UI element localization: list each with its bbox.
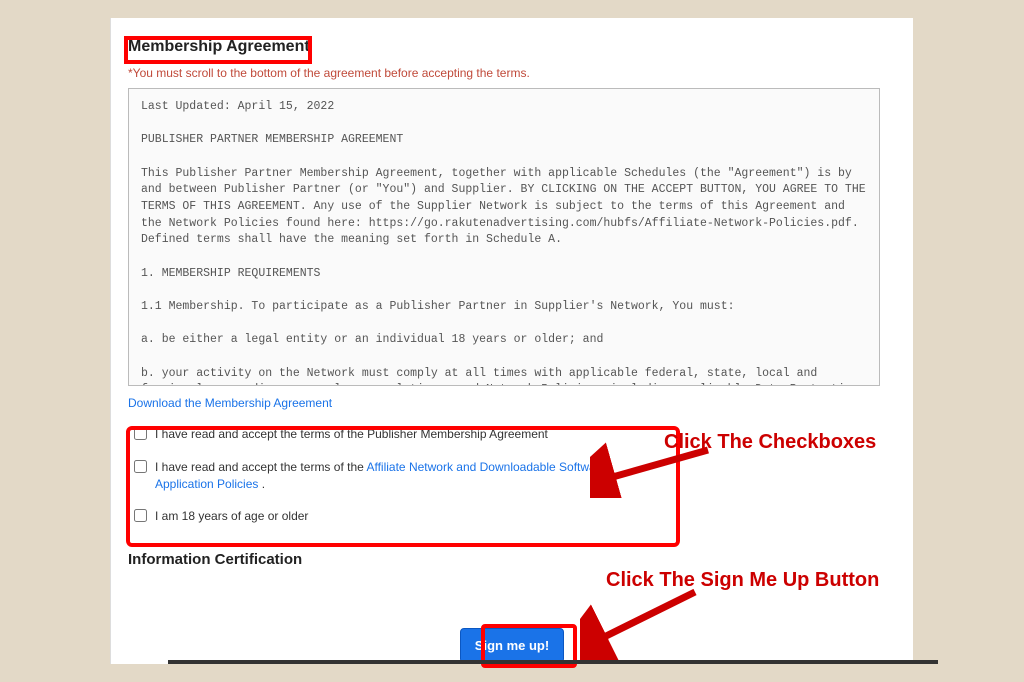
sign-me-up-button[interactable]: Sign me up!	[460, 628, 564, 663]
agreement-text: Last Updated: April 15, 2022 PUBLISHER P…	[141, 99, 867, 386]
checkbox-accept-policies[interactable]	[134, 460, 147, 473]
checkbox-row-terms: I have read and accept the terms of the …	[128, 418, 666, 451]
checkbox-label: I have read and accept the terms of the …	[155, 459, 660, 493]
checkbox-label: I have read and accept the terms of the …	[155, 426, 548, 443]
checkbox-group: I have read and accept the terms of the …	[128, 418, 666, 533]
scroll-warning: *You must scroll to the bottom of the ag…	[128, 66, 896, 80]
checkbox-row-policies: I have read and accept the terms of the …	[128, 451, 666, 501]
membership-card: Membership Agreement *You must scroll to…	[110, 18, 913, 664]
label-text: .	[258, 477, 265, 491]
info-certification-heading: Information Certification	[128, 551, 896, 568]
signup-wrap: Sign me up!	[128, 628, 896, 663]
label-text: I have read and accept the terms of the	[155, 460, 366, 474]
checkbox-accept-terms[interactable]	[134, 427, 147, 440]
checkbox-age-18[interactable]	[134, 509, 147, 522]
annotation-checkboxes: Click The Checkboxes	[664, 431, 876, 454]
annotation-signup: Click The Sign Me Up Button	[606, 569, 879, 592]
section-title: Membership Agreement	[128, 38, 896, 56]
bottom-strip	[168, 660, 938, 664]
agreement-scroll-box[interactable]: Last Updated: April 15, 2022 PUBLISHER P…	[128, 88, 880, 386]
checkbox-label: I am 18 years of age or older	[155, 508, 308, 525]
checkbox-row-age: I am 18 years of age or older	[128, 500, 666, 533]
download-agreement-link[interactable]: Download the Membership Agreement	[128, 396, 332, 410]
